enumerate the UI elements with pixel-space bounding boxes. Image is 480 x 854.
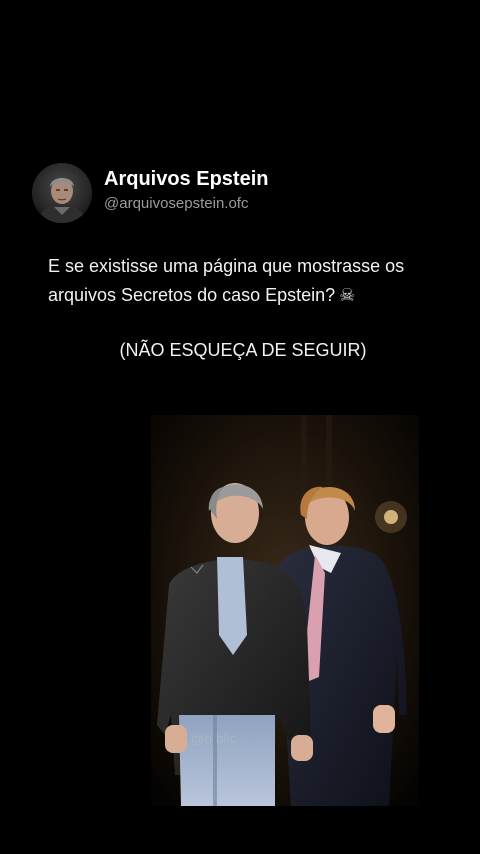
post-photo: @b blic: [151, 415, 419, 806]
photo-watermark: @b blic: [191, 731, 237, 746]
avatar-portrait-icon: [32, 163, 92, 223]
post-card: Arquivos Epstein @arquivosepstein.ofc E …: [0, 0, 480, 854]
post-text: E se existisse uma página que mostrasse …: [48, 252, 448, 310]
follow-reminder: (NÃO ESQUEÇA DE SEGUIR): [119, 340, 367, 360]
skull-crossbones-icon: ☠: [339, 285, 356, 306]
display-name[interactable]: Arquivos Epstein: [104, 167, 268, 191]
post-header: Arquivos Epstein @arquivosepstein.ofc: [32, 163, 268, 223]
account-handle[interactable]: @arquivosepstein.ofc: [104, 194, 268, 214]
profile-avatar[interactable]: [32, 163, 92, 223]
photo-illustration: [151, 415, 419, 806]
